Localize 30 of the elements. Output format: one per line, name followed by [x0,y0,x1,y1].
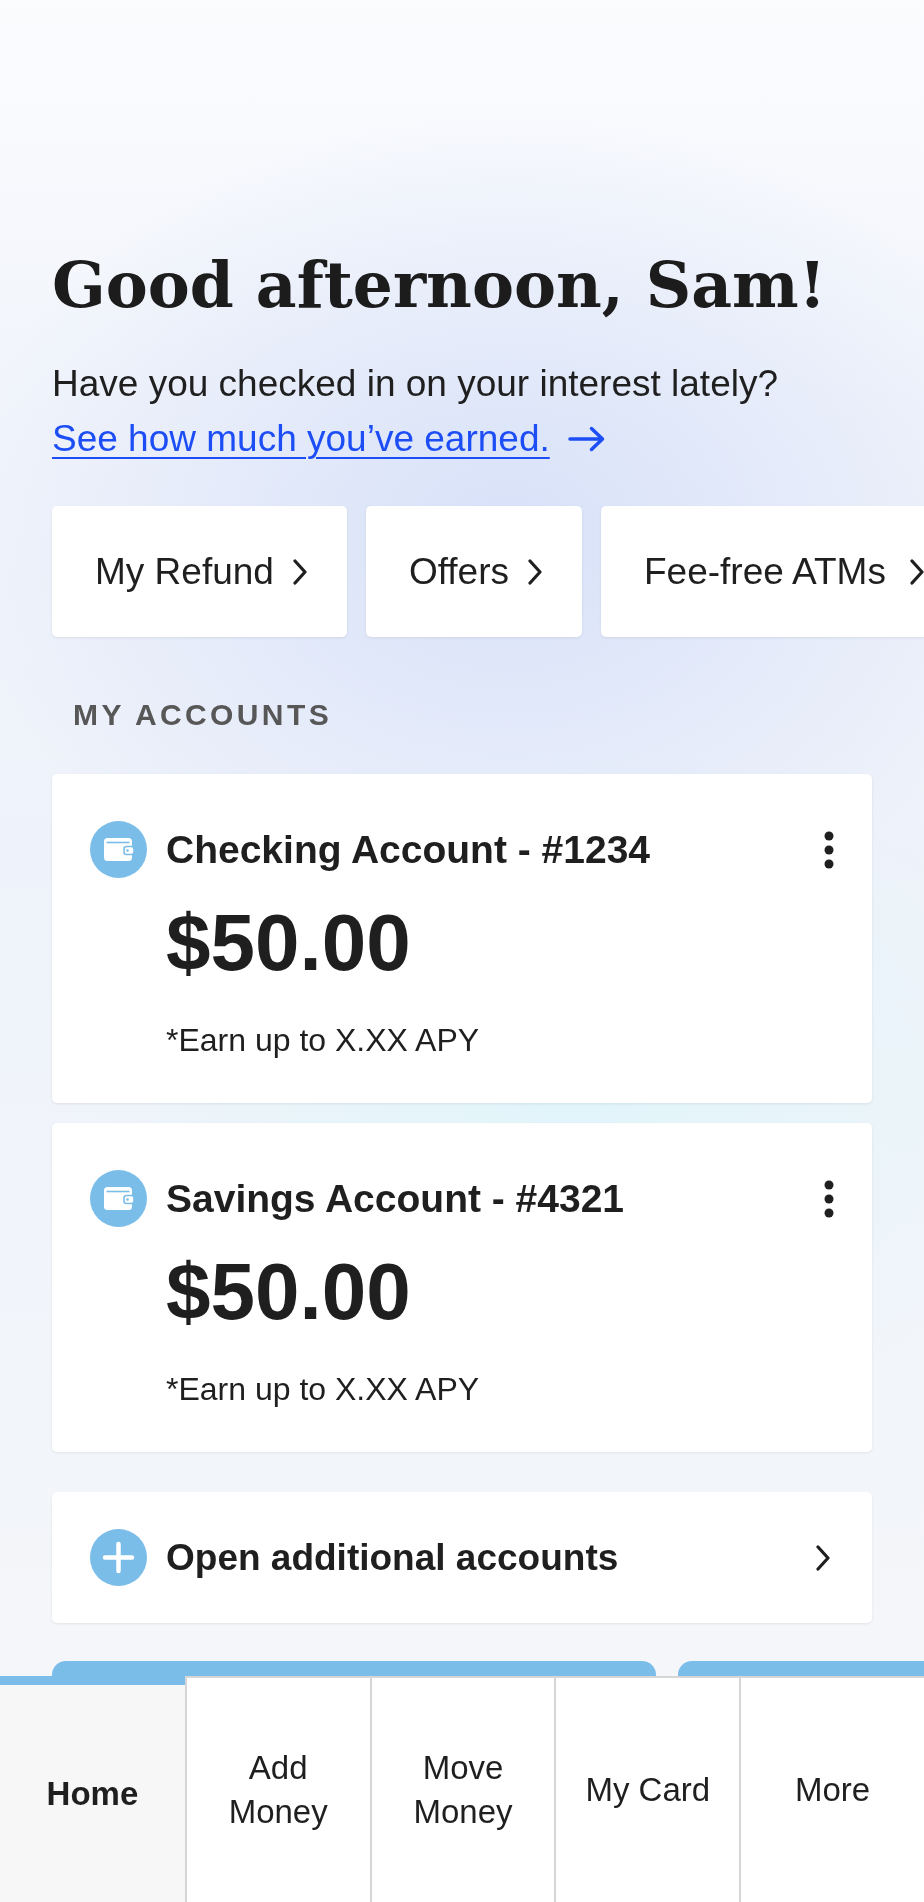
arrow-right-icon[interactable] [567,426,606,452]
nav-tab[interactable]: More [739,1676,924,1902]
account-balance: $50.00 [166,897,411,989]
nav-tab[interactable]: Add Money [184,1676,370,1902]
account-name: Savings Account - #4321 [166,1175,626,1222]
interest-message: Have you checked in on your interest lately? [52,362,780,406]
apy-note: *Earn up to X.XX APY [166,1021,480,1059]
chevron-right-icon [910,558,924,585]
account-card[interactable]: Savings Account - #4321 $50.00 *Earn up to X.XX APY [52,1123,872,1452]
quick-link-button[interactable]: My Refund [52,506,347,637]
apy-note: *Earn up to X.XX APY [166,1370,480,1408]
chevron-right-icon [292,558,307,585]
quick-link-button[interactable]: Offers [365,506,582,637]
chevron-right-icon [528,558,542,585]
wallet-icon [90,1170,147,1227]
section-heading: MY ACCOUNTS [73,697,334,733]
account-balance: $50.00 [166,1246,411,1338]
chevron-right-icon [816,1544,830,1571]
plus-icon [90,1529,147,1586]
nav-tab[interactable]: My Card [554,1676,740,1902]
quick-link-button[interactable]: Fee-free ATMs [601,506,924,637]
more-options-icon[interactable] [824,1179,834,1218]
wallet-icon [90,821,147,878]
nav-tab[interactable]: Move Money [369,1676,555,1902]
account-card[interactable]: Checking Account - #1234 $50.00 *Earn up to X.XX APY [52,774,872,1103]
open-accounts-button[interactable]: Open additional accounts [52,1492,872,1623]
account-name: Checking Account - #1234 [166,826,652,873]
earnings-link[interactable]: See how much you’ve earned. [52,417,550,461]
more-options-icon[interactable] [824,830,834,869]
greeting-title: Good afternoon, Sam! [52,249,828,321]
